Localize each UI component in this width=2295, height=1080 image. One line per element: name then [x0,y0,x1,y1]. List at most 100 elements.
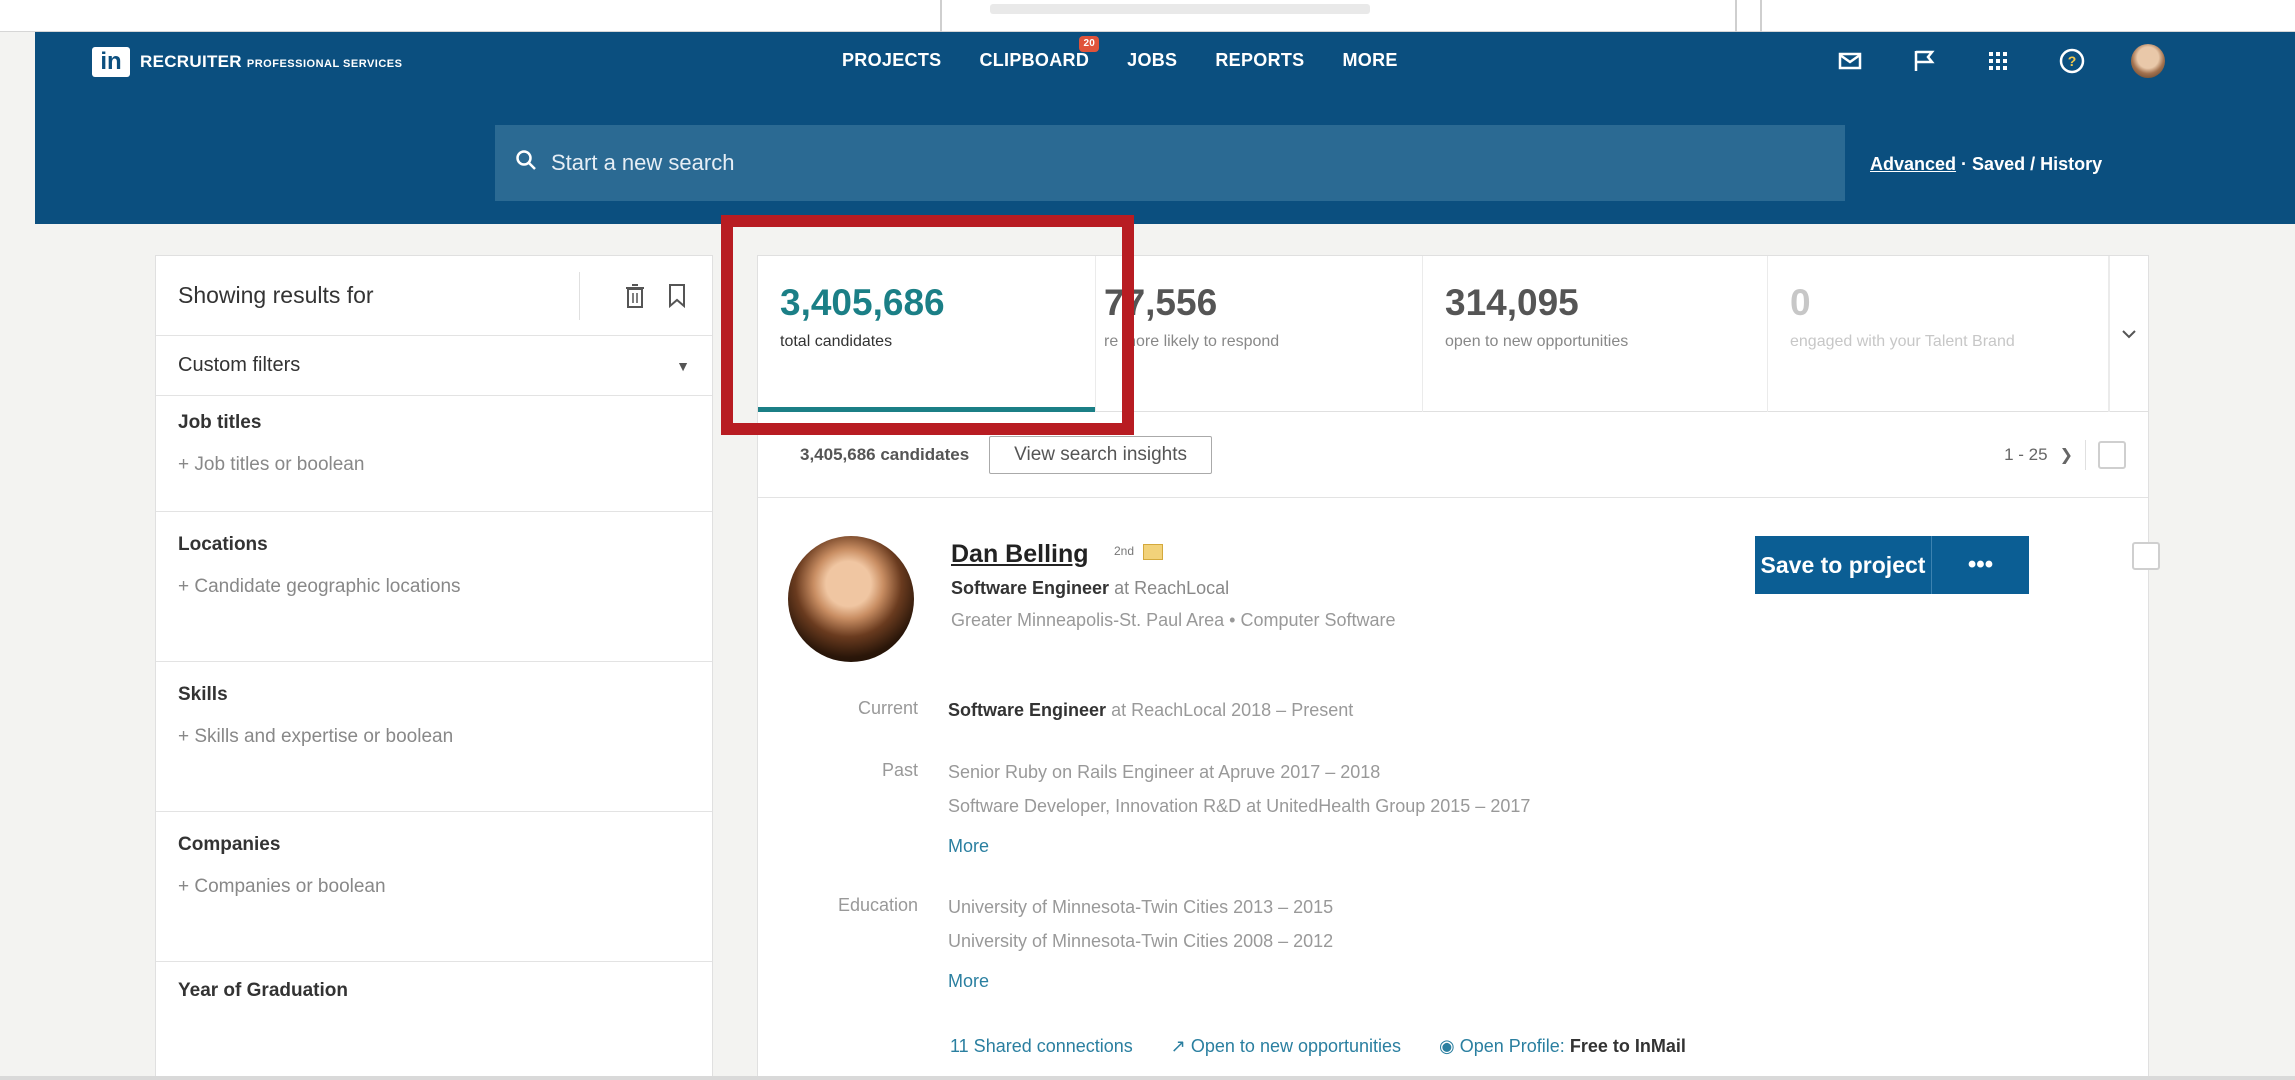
next-page-icon[interactable]: ❯ [2060,445,2073,465]
free-inmail-label: Free to InMail [1569,1036,1686,1056]
candidate-select-checkbox[interactable] [2132,542,2160,570]
add-label: Job titles or boolean [194,454,365,475]
tab-count: 314,095 [1445,282,1579,323]
filters-header: Showing results for [156,256,712,336]
result-tabs: 3,405,686 total candidates 77,556 re mor… [757,255,2149,412]
search-options: Advanced · Saved / History [1870,154,2102,175]
clear-filters-icon[interactable] [622,282,648,310]
tab-more-likely-to-respond[interactable]: 77,556 re more likely to respond [1096,256,1423,412]
filter-title: Companies [178,834,281,855]
globe-icon: ◉ [1439,1036,1460,1056]
filters-panel: Showing results for Custom filters ▼ Job… [155,255,713,1080]
open-profile-label: Open Profile: [1459,1036,1565,1056]
nav-jobs[interactable]: JOBS [1127,50,1177,71]
save-search-bookmark-icon[interactable] [664,282,690,310]
tab-engaged-with-talent-brand[interactable]: 0 engaged with your Talent Brand [1768,256,2110,412]
divider [2085,439,2086,470]
header-icons: ? [1835,44,2165,78]
save-to-project-group: Save to project ••• [1755,536,2029,594]
filter-skills: Skills + Skills and expertise or boolean [156,662,712,812]
apps-grid-icon[interactable] [1983,46,2013,76]
candidate-card: Dan Belling 2nd Software Engineer at Rea… [758,498,2160,1078]
label-past: Past [881,760,918,780]
location: Greater Minneapolis-St. Paul Area [951,610,1225,630]
svg-text:?: ? [2068,53,2077,69]
advanced-search-link[interactable]: Advanced [1870,154,1956,174]
education-more-link[interactable]: More [948,966,989,996]
clipboard-count-badge: 20 [1079,36,1100,52]
chevron-down-icon[interactable] [2108,256,2148,412]
candidate-location: Greater Minneapolis-St. Paul Area • Comp… [951,610,1396,631]
tab-total-candidates[interactable]: 3,405,686 total candidates [758,256,1096,412]
separator-dot: · [1961,154,1973,174]
help-icon[interactable]: ? [2057,46,2087,76]
open-profile-link[interactable]: ◉ Open Profile: Free to InMail [1439,1036,1686,1057]
add-companies[interactable]: + Companies or boolean [178,876,690,898]
nav-projects[interactable]: PROJECTS [842,50,941,71]
filter-title: Locations [178,534,268,555]
app-header: in RECRUITER PROFESSIONAL SERVICES PROJE… [35,32,2295,224]
current-title: Software Engineer [948,700,1107,720]
profile-avatar[interactable] [2131,44,2165,78]
nav-reports[interactable]: REPORTS [1215,50,1304,71]
tab-count: 77,556 [1104,282,1218,323]
nav-clipboard-label: CLIPBOARD [979,50,1090,70]
trending-icon: ↗ [1170,1036,1191,1056]
results-toolbar: 3,405,686 candidates View search insight… [758,412,2148,498]
view-search-insights-button[interactable]: View search insights [989,435,1213,474]
nav-more[interactable]: MORE [1342,50,1397,71]
linkedin-logo[interactable]: in [92,47,130,77]
tab-open-to-new-opportunities[interactable]: 314,095 open to new opportunities [1423,256,1768,412]
app-subtitle: PROFESSIONAL SERVICES [246,58,403,70]
education-entry: University of Minnesota-Twin Cities 2013… [948,897,1334,917]
tab-count: 0 [1790,282,1811,323]
tab-count: 3,405,686 [780,282,945,323]
plus-icon: + [178,454,195,475]
add-label: Candidate geographic locations [194,576,461,597]
current-position: Software Engineer at ReachLocal 2018 – P… [948,695,1353,725]
resume-icon[interactable] [1143,544,1163,560]
results-count: 3,405,686 candidates [800,444,970,464]
education-label: Education [758,895,918,925]
industry: Computer Software [1240,610,1396,630]
connection-degree: 2nd [1114,544,1135,558]
plus-icon: + [178,576,195,597]
tab-label: open to new opportunities [1445,333,1629,350]
search-bar[interactable] [495,125,1845,201]
candidate-name[interactable]: Dan Belling [951,540,1089,569]
label-education: Education [837,895,918,915]
separator-dot: • [1229,610,1241,630]
mail-icon[interactable] [1835,46,1865,76]
add-label: Companies or boolean [194,876,386,897]
shared-connections-link[interactable]: 11 Shared connections [950,1036,1133,1057]
pagination-range: 1 - 25 [2004,444,2048,464]
tab-label: total candidates [780,333,893,350]
select-all-checkbox[interactable] [2098,440,2126,469]
add-job-titles[interactable]: + Job titles or boolean [178,454,690,476]
app-name: RECRUITER [140,52,242,71]
add-skills[interactable]: + Skills and expertise or boolean [178,726,690,748]
app-brand: RECRUITER PROFESSIONAL SERVICES [140,52,402,72]
custom-filters-label: Custom filters [178,354,301,376]
save-to-project-button[interactable]: Save to project [1755,536,1931,594]
nav-clipboard[interactable]: CLIPBOARD 20 [979,36,1100,71]
filter-title: Skills [178,684,228,705]
flag-icon[interactable] [1909,46,1939,76]
add-locations[interactable]: + Candidate geographic locations [178,576,690,598]
filter-job-titles: Job titles + Job titles or boolean [156,396,712,512]
candidate-photo[interactable] [788,536,914,662]
filter-year-of-graduation: Year of Graduation [156,962,712,1080]
open-to-new-link[interactable]: ↗ Open to new opportunities [1171,1036,1401,1057]
past-more-link[interactable]: More [948,831,989,861]
filter-locations: Locations + Candidate geographic locatio… [156,512,712,662]
filter-title: Job titles [178,412,262,433]
saved-history-link[interactable]: Saved / History [1972,154,2102,174]
browser-top-strip [0,0,2295,32]
custom-filters-dropdown[interactable]: Custom filters ▼ [156,336,712,396]
search-input[interactable] [551,150,1651,176]
filters-title: Showing results for [178,282,374,308]
plus-icon: + [178,876,195,897]
past-label: Past [758,760,918,790]
more-actions-button[interactable]: ••• [1931,536,2029,594]
plus-icon: + [178,726,195,747]
